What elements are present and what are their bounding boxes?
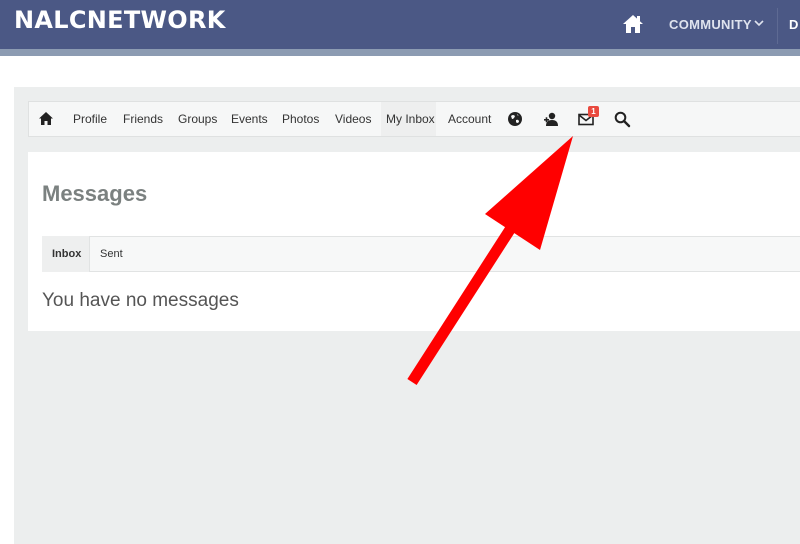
user-add-icon[interactable] bbox=[542, 110, 560, 128]
message-tabs bbox=[42, 236, 800, 272]
empty-state-text: You have no messages bbox=[42, 290, 239, 311]
chevron-down-icon[interactable] bbox=[754, 19, 764, 27]
header-divider bbox=[777, 8, 778, 44]
nav-groups[interactable]: Groups bbox=[178, 112, 217, 126]
home-icon[interactable] bbox=[622, 14, 644, 34]
header-menu-truncated[interactable]: D bbox=[789, 17, 798, 32]
nav-my-inbox[interactable]: My Inbox bbox=[386, 112, 435, 126]
community-menu[interactable]: COMMUNITY bbox=[669, 17, 752, 32]
globe-icon[interactable] bbox=[506, 110, 524, 128]
nav-account[interactable]: Account bbox=[448, 112, 491, 126]
tab-inbox-label[interactable]: Inbox bbox=[52, 248, 81, 260]
nav-friends[interactable]: Friends bbox=[123, 112, 163, 126]
nav-photos[interactable]: Photos bbox=[282, 112, 319, 126]
nav-videos[interactable]: Videos bbox=[335, 112, 371, 126]
nav-events[interactable]: Events bbox=[231, 112, 268, 126]
site-logo[interactable]: NALCNETWORK bbox=[14, 6, 226, 34]
tab-sent[interactable]: Sent bbox=[100, 248, 123, 260]
header-strip bbox=[0, 49, 800, 56]
nav-home-icon[interactable] bbox=[38, 111, 54, 127]
nav-profile[interactable]: Profile bbox=[73, 112, 107, 126]
page-title: Messages bbox=[42, 181, 148, 206]
inbox-badge: 1 bbox=[588, 106, 599, 117]
search-icon[interactable] bbox=[613, 110, 631, 128]
